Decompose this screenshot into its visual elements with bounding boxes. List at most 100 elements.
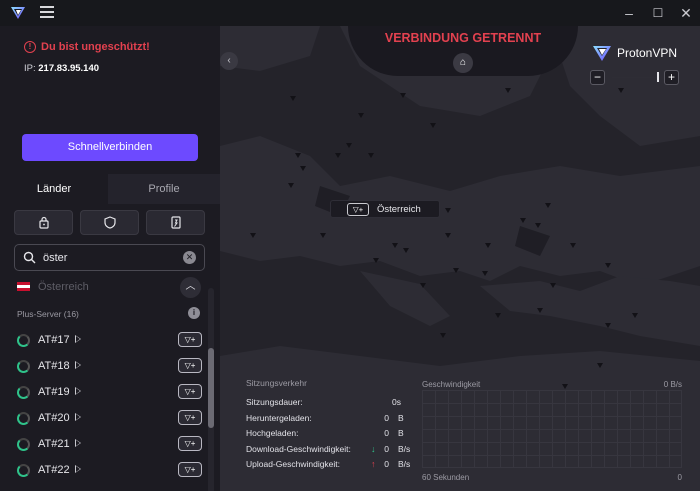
server-row[interactable]: AT#17 ▽+ (0, 327, 206, 353)
proton-vpn-logo-icon (593, 46, 611, 61)
stat-label: Download-Geschwindigkeit: (246, 443, 351, 454)
warning-icon: ! (24, 41, 36, 53)
country-row-austria[interactable]: Österreich ︿ (0, 276, 220, 300)
plus-badge-icon: ▽+ (178, 384, 202, 399)
upload-arrow-icon: ↑ (371, 459, 376, 469)
p2p-filter-button[interactable] (146, 210, 205, 235)
scrollbar-thumb[interactable] (208, 348, 214, 428)
sidebar: ! Du bist ungeschützt! IP: 217.83.95.140… (0, 26, 220, 491)
ip-label: IP: (24, 63, 36, 74)
clear-search-icon[interactable]: ✕ (183, 251, 196, 264)
zoom-in-button[interactable]: + (664, 70, 679, 85)
server-load-icon (17, 464, 30, 477)
stat-value: 0s (392, 397, 401, 407)
server-row[interactable]: AT#22 ▽+ (0, 457, 206, 483)
lock-icon (39, 216, 49, 229)
speed-max-label: 0 B/s (663, 380, 682, 389)
server-load-icon (17, 438, 30, 451)
stat-label: Upload-Geschwindigkeit: (246, 459, 341, 469)
tab-countries[interactable]: Länder (0, 174, 108, 204)
brand-vpn: VPN (652, 46, 678, 60)
maximize-button[interactable]: ☐ (649, 4, 667, 22)
stat-label: Sitzungsdauer: (246, 397, 303, 407)
info-icon[interactable]: i (188, 307, 200, 319)
speed-zero-label: 0 (677, 473, 682, 482)
streaming-icon (75, 465, 81, 473)
stat-value: 0 (384, 443, 389, 454)
collapse-sidebar-button[interactable]: ‹ (220, 52, 238, 70)
ip-address: IP: 217.83.95.140 (24, 63, 99, 74)
server-load-icon (17, 334, 30, 347)
speed-title: Geschwindigkeit (422, 380, 481, 389)
search-field[interactable]: öster ✕ (14, 244, 205, 271)
zoom-out-button[interactable]: − (590, 70, 605, 85)
stat-unit: B (398, 428, 404, 438)
shield-icon (104, 216, 116, 229)
speed-graph (422, 390, 682, 468)
stat-row: Heruntergeladen: 0 B (246, 413, 411, 429)
close-button[interactable]: ✕ (677, 4, 695, 22)
zoom-slider-handle[interactable] (657, 72, 659, 82)
session-traffic-panel: Sitzungsverkehr Sitzungsdauer: 0s Herunt… (246, 378, 411, 475)
plus-badge-icon: ▽+ (178, 410, 202, 425)
stat-row: Upload-Geschwindigkeit: ↑ 0 B/s (246, 459, 411, 475)
connection-status: ! Du bist ungeschützt! (24, 41, 150, 53)
streaming-icon (75, 361, 81, 369)
map-location-austria[interactable]: ▽+ Österreich (330, 200, 440, 218)
plus-badge-icon: ▽+ (178, 358, 202, 373)
search-input[interactable]: öster (43, 252, 67, 264)
server-row[interactable]: AT#20 ▽+ (0, 405, 206, 431)
zoom-slider[interactable] (612, 77, 657, 78)
server-list-scrollbar[interactable] (208, 288, 214, 491)
stat-unit: B (398, 412, 404, 423)
plus-servers-header: Plus-Server (16) (17, 309, 79, 319)
proton-vpn-logo-icon (11, 7, 25, 19)
streaming-icon (75, 335, 81, 343)
session-traffic-title: Sitzungsverkehr (246, 378, 307, 388)
stat-row: Hochgeladen: 0 B (246, 428, 411, 444)
stat-label: Heruntergeladen: (246, 412, 312, 423)
p2p-icon (171, 216, 181, 229)
secure-core-filter-button[interactable] (14, 210, 73, 235)
country-name: Österreich (38, 281, 89, 293)
search-icon (23, 251, 36, 264)
stat-value: 0 (384, 412, 389, 423)
minimize-button[interactable]: – (620, 4, 638, 22)
server-name: AT#20 (38, 412, 70, 424)
server-name: AT#21 (38, 438, 70, 450)
home-icon[interactable]: ⌂ (453, 53, 473, 73)
stat-unit: B/s (398, 443, 411, 454)
streaming-icon (75, 439, 81, 447)
brand-proton: Proton (617, 46, 653, 60)
disconnected-label: VERBINDUNG GETRENNT (384, 31, 542, 45)
stat-value: 0 (384, 459, 389, 469)
server-name: AT#17 (38, 334, 70, 346)
ip-value: 217.83.95.140 (38, 63, 100, 74)
server-name: AT#19 (38, 386, 70, 398)
server-row[interactable]: AT#21 ▽+ (0, 431, 206, 457)
download-arrow-icon: ↓ (371, 443, 376, 454)
server-row[interactable]: AT#18 ▽+ (0, 353, 206, 379)
plus-badge-icon: ▽+ (178, 462, 202, 477)
brand-name: ProtonVPN (617, 46, 677, 60)
stat-row: Download-Geschwindigkeit: ↓ 0 B/s (246, 444, 411, 460)
tab-bar: Länder Profile (0, 174, 220, 204)
austria-flag-icon (17, 282, 30, 291)
quick-connect-button[interactable]: Schnellverbinden (22, 134, 198, 161)
brand-logo: ProtonVPN (592, 44, 677, 62)
server-load-icon (17, 412, 30, 425)
location-label: Österreich (377, 204, 421, 215)
plus-badge-icon: ▽+ (178, 436, 202, 451)
server-name: AT#18 (38, 360, 70, 372)
stat-unit: B/s (398, 459, 411, 469)
stat-label: Hochgeladen: (246, 428, 299, 438)
chevron-up-icon[interactable]: ︿ (180, 277, 201, 298)
stat-value: 0 (384, 428, 389, 438)
server-row[interactable]: AT#19 ▽+ (0, 379, 206, 405)
tor-filter-button[interactable] (80, 210, 139, 235)
speed-graph-panel: Geschwindigkeit 0 B/s 60 Sekunden 0 (422, 378, 682, 483)
plus-badge-icon: ▽+ (178, 332, 202, 347)
tab-profiles[interactable]: Profile (108, 174, 220, 204)
streaming-icon (75, 413, 81, 421)
hamburger-menu-icon[interactable] (40, 6, 54, 18)
